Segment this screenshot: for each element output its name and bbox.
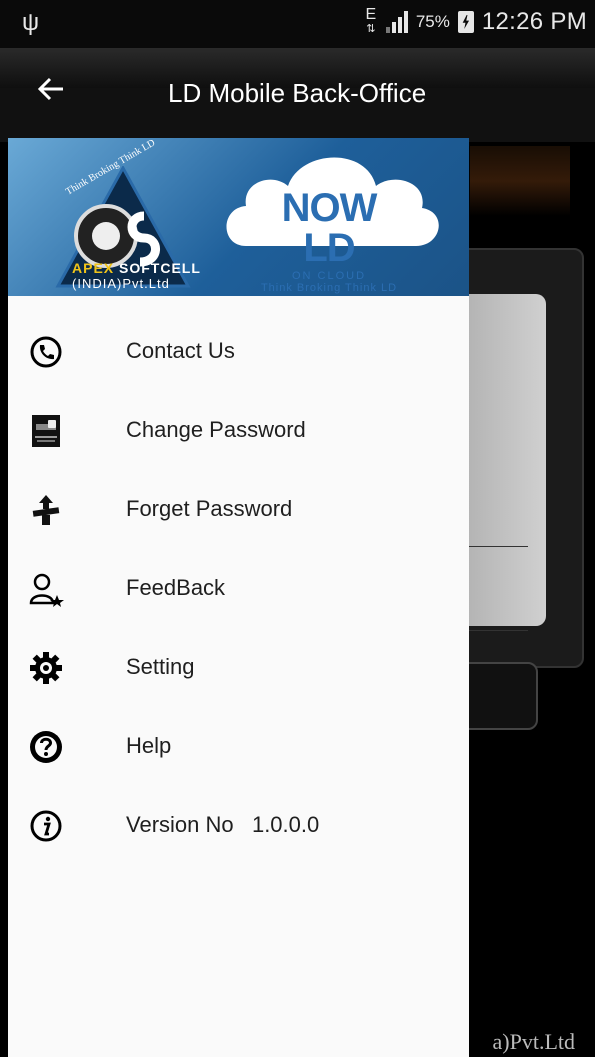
menu-item-setting[interactable]: Setting — [8, 628, 469, 707]
cloud-title: NOW LD — [281, 186, 378, 270]
brand-line1: APEX SOFTCELL — [72, 260, 201, 276]
usb-icon: ψ — [22, 9, 40, 36]
version-label: Version No 1.0.0.0 — [126, 812, 320, 837]
status-icons: E ⇅ 75% 12:26 PM — [364, 6, 587, 36]
password-change-icon — [26, 411, 66, 451]
menu-label: Setting — [126, 654, 195, 679]
feedback-user-icon — [26, 569, 66, 609]
menu-label: Help — [126, 733, 172, 758]
menu-label: FeedBack — [126, 575, 226, 600]
cloud-subtitle: ON CLOUD — [291, 270, 367, 282]
cloud-tagline: Think Broking Think LD — [260, 282, 398, 294]
menu-label: Forget Password — [126, 496, 293, 521]
menu-item-forget-password[interactable]: Forget Password — [8, 470, 469, 549]
help-icon — [26, 727, 66, 767]
menu-item-version: Version No 1.0.0.0 — [8, 786, 469, 865]
footer-text: a)Pvt.Ltd — [492, 1029, 576, 1054]
status-bar: ψ E ⇅ 75% 12:26 PM — [0, 0, 595, 48]
cloud-text: NOW LD ON CLOUD Think Broking Think LD — [254, 188, 404, 294]
battery-icon — [457, 11, 474, 33]
menu-label: Contact Us — [126, 338, 235, 363]
menu-item-feedback[interactable]: FeedBack — [8, 549, 469, 628]
phone-icon — [26, 332, 66, 372]
menu-item-contact-us[interactable]: Contact Us — [8, 312, 469, 391]
menu-label: Change Password — [126, 417, 306, 442]
network-type-icon: E ⇅ — [365, 6, 377, 36]
battery-percent: 75% — [415, 12, 450, 31]
app-title: LD Mobile Back-Office — [168, 78, 427, 108]
info-icon — [26, 806, 66, 846]
drawer-banner: Think Broking Think LD APEX SOFTCELL (IN… — [8, 138, 469, 296]
forget-password-icon — [26, 490, 66, 530]
menu-item-change-password[interactable]: Change Password — [8, 391, 469, 470]
back-arrow-icon[interactable] — [36, 74, 70, 110]
navigation-drawer: Think Broking Think LD APEX SOFTCELL (IN… — [8, 138, 469, 1057]
clock: 12:26 PM — [481, 8, 587, 35]
brand-line2: (INDIA)Pvt.Ltd — [72, 276, 170, 291]
gear-icon — [26, 648, 66, 688]
signal-icon — [385, 11, 408, 33]
menu-item-help[interactable]: Help — [8, 707, 469, 786]
